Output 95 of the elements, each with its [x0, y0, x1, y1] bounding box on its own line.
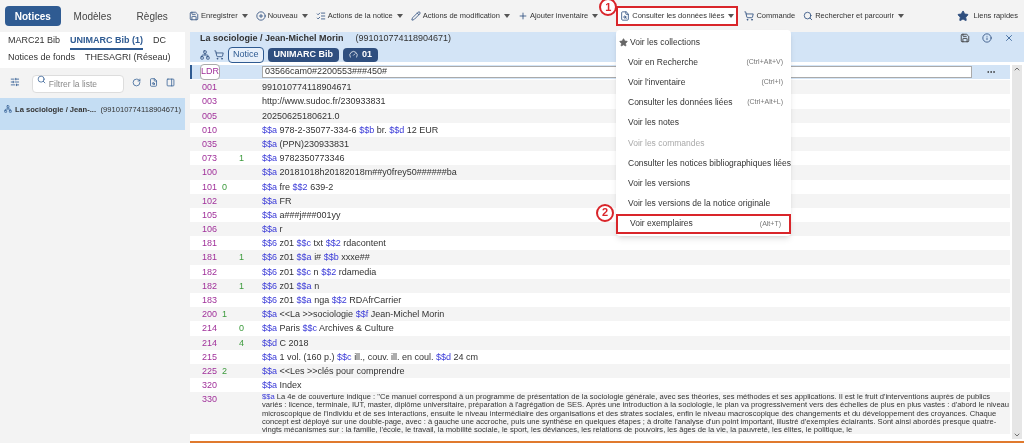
pencil-icon [410, 11, 421, 21]
field-content: $$a a###j###001yy [262, 208, 341, 222]
menu-item[interactable]: Consulter les notices bibliographiques liées [616, 153, 791, 174]
plus-circle-icon [255, 11, 266, 21]
indicator: 1 [239, 153, 244, 164]
field-content: $$a FR [262, 194, 292, 208]
field-tag: 001 [190, 80, 222, 95]
format-tab[interactable]: DC [153, 34, 167, 50]
indicator: 0 [239, 323, 244, 334]
scroll-down-icon[interactable] [1013, 431, 1021, 439]
callout-number: 1 [599, 0, 618, 16]
field-tag: 215 [190, 349, 222, 365]
field-content: 20250625180621.0 [262, 109, 340, 123]
cart-icon[interactable] [214, 49, 224, 60]
close-icon[interactable] [1004, 33, 1014, 44]
field-tag: 214 [190, 321, 222, 336]
tab[interactable]: Modèles [64, 6, 121, 26]
indicator: 0 [222, 181, 227, 192]
indicator: 4 [239, 337, 244, 348]
menu-item[interactable]: Voir les versions de la notice originale [616, 193, 791, 214]
field-tag: 035 [190, 136, 222, 152]
scroll-up-icon[interactable] [1013, 65, 1021, 73]
field-tag: 320 [190, 378, 222, 393]
filter-field[interactable]: Filtrer la liste [31, 75, 124, 93]
indicator: 2 [222, 365, 227, 376]
field-content: $$d C 2018 [262, 336, 309, 350]
field-content: $$a 978-2-35077-334-6 $$b br. $$d 12 EUR [262, 123, 439, 137]
hierarchy-icon[interactable] [200, 49, 210, 60]
field-content: $$6 z01 $$a nga $$2 RDAfrCarrier [262, 294, 402, 307]
indicator: 1 [239, 280, 244, 291]
field-content: $$6 z01 $$a n [262, 279, 320, 293]
star-icon [957, 10, 970, 22]
field-tag: 102 [190, 193, 222, 209]
field-tag: 182 [190, 278, 222, 294]
field-tag: 330 [190, 392, 222, 407]
field-content: $$a 1 vol. (160 p.) $$c ill., couv. ill. en coul. $$d 24 cm [262, 350, 479, 364]
field-tag: 100 [190, 165, 222, 180]
refresh-icon[interactable] [131, 76, 141, 88]
field-tag: 003 [190, 94, 222, 109]
info-icon[interactable] [982, 33, 992, 44]
field-tag: 225 [190, 363, 222, 379]
menu-item[interactable]: Voir les notes [616, 112, 791, 133]
field-content: $$a <<Les >>clés pour comprendre [262, 364, 405, 378]
level-badge: 01 [343, 48, 379, 62]
field-content: $$a r [262, 223, 283, 237]
save-icon[interactable] [960, 33, 970, 44]
menu-item[interactable]: Voir les versions [616, 173, 791, 194]
field-content: $$6 z01 $$a i# $$b xxxe## [262, 251, 370, 265]
field-tag: 200 [190, 307, 222, 322]
cart-icon [744, 11, 755, 21]
field-tag: 105 [190, 207, 222, 223]
field-content: $$a 20181018h20182018m##y0frey50######ba [262, 166, 457, 180]
document-icon[interactable] [148, 76, 158, 88]
field-content: $$6 z01 $$c n $$2 rdamedia [262, 265, 377, 279]
field-tag: 106 [190, 222, 222, 237]
plus-icon [517, 11, 528, 21]
field-tag: 183 [190, 293, 222, 308]
record-type-badge: Notice [228, 47, 264, 63]
format-tab[interactable]: UNIMARC Bib (1) [70, 34, 144, 50]
field-content: 991010774118904671 [262, 81, 352, 95]
record-id: (991010774118904671) [355, 31, 451, 45]
field-tag: 101 [190, 179, 222, 194]
field-tag: 181 [190, 236, 222, 251]
field-tag: 214 [190, 335, 222, 350]
field-content: $$a Paris $$c Archives & Culture [262, 322, 394, 336]
filter-settings-icon[interactable] [10, 76, 20, 88]
indicator: 1 [222, 309, 227, 320]
format-tab[interactable]: MARC21 Bib [8, 34, 61, 50]
list-icon [315, 11, 326, 21]
hierarchy-icon [4, 105, 12, 113]
field-content: $$a (PPN)230933831 [262, 137, 350, 151]
field-content: http://www.sudoc.fr/230933831 [262, 95, 386, 109]
field-content: $$a 9782350773346 [262, 152, 345, 166]
tab[interactable]: Règles [124, 6, 180, 26]
save-icon [189, 11, 199, 21]
star-icon [619, 37, 628, 47]
format-tab[interactable]: Notices de fonds [8, 51, 76, 65]
field-tag: 073 [190, 151, 222, 166]
field-content: $$a fre $$2 639-2 [262, 180, 334, 194]
tab[interactable]: Notices [5, 6, 61, 26]
field-content: $$a Index [262, 379, 302, 393]
leader-tag[interactable]: LDR [200, 64, 220, 80]
indicator: 1 [239, 252, 244, 263]
field-content: $$a <<La >>sociologie $$f Jean-Michel Morin [262, 308, 445, 322]
field-content: $$6 z01 $$c txt $$2 rdacontent [262, 237, 386, 251]
field-tag: 181 [190, 250, 222, 265]
format-badge: UNIMARC Bib [267, 48, 339, 62]
field-tag: 010 [190, 122, 222, 138]
field-tag: 005 [190, 108, 222, 123]
menu-item[interactable]: Voir les collections [616, 32, 791, 53]
panel-icon[interactable] [165, 76, 175, 88]
record-title: La sociologie / Jean-Michel Morin [200, 31, 344, 45]
field-tag: 182 [190, 264, 222, 280]
format-tab[interactable]: THESAGRI (Réseau) [85, 51, 171, 65]
gauge-icon [349, 50, 358, 60]
